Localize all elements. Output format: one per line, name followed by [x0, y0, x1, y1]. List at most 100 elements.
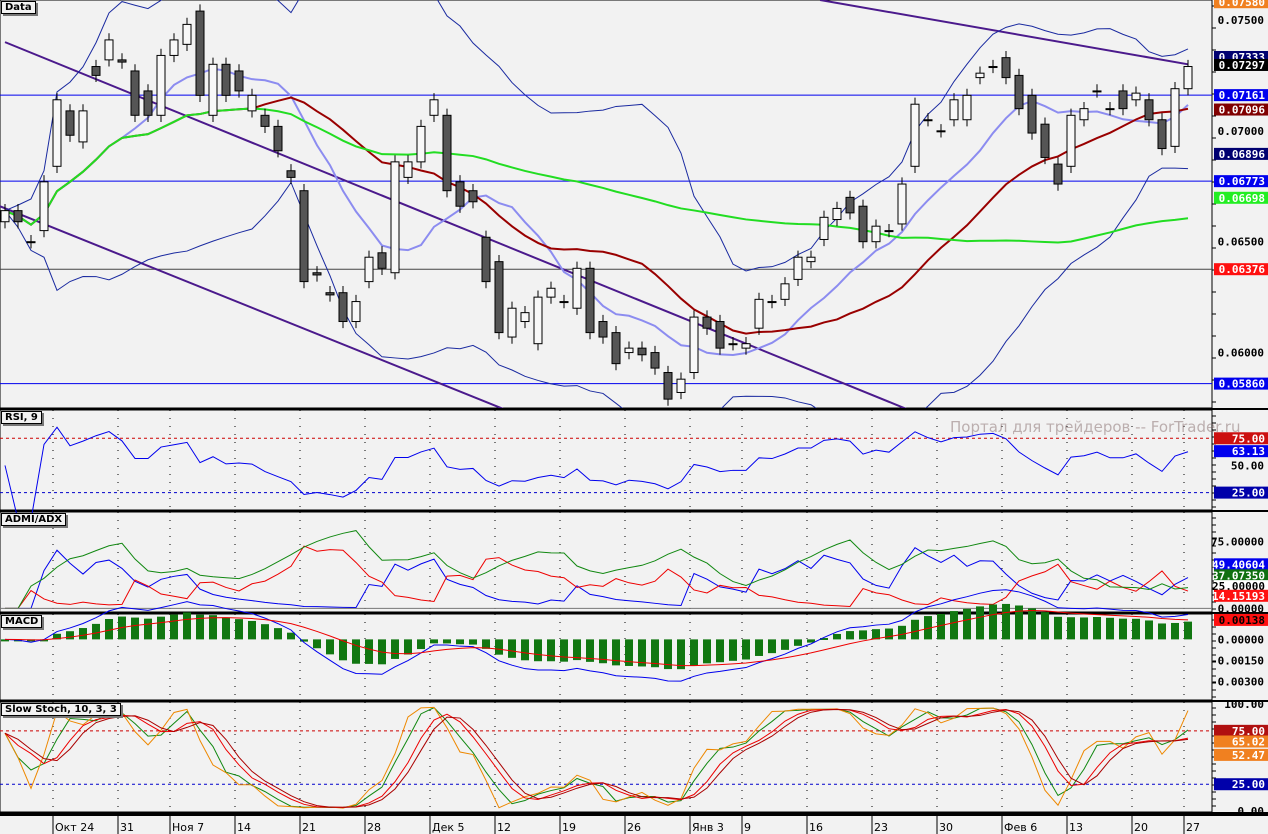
date-label: 14 [237, 821, 251, 834]
candle-bullish [247, 94, 257, 112]
macd-histogram-bar [79, 628, 87, 640]
macd-histogram-bar [742, 639, 750, 660]
macd-histogram-bar [885, 628, 893, 640]
candle-bullish [546, 287, 556, 298]
candle-bearish [65, 110, 75, 136]
macd-histogram-bar [612, 639, 620, 666]
date-label: 20 [1134, 821, 1148, 834]
price-badge-label: 25.00 [1232, 487, 1265, 500]
candle-bullish [104, 39, 114, 61]
candle-bullish [949, 99, 959, 121]
candle-bearish [663, 372, 673, 400]
candle-bullish [910, 103, 920, 167]
macd-histogram-bar [1002, 603, 1010, 640]
macd-histogram-bar [443, 639, 451, 644]
candle-bullish [208, 63, 218, 116]
macd-histogram-bar [404, 639, 412, 655]
candle-bullish [507, 307, 517, 338]
macd-histogram-bar [703, 639, 711, 664]
candle-bearish [273, 125, 283, 152]
macd-histogram-bar [1184, 621, 1192, 640]
date-label: 27 [1186, 821, 1200, 834]
price-badge-label: 0.07161 [1219, 89, 1266, 102]
candle-bullish [429, 99, 439, 116]
axis-label: 75.00000 [1211, 535, 1264, 548]
candle-bullish [1105, 108, 1115, 111]
candle-bullish [364, 256, 374, 283]
macd-histogram-bar [1041, 612, 1049, 640]
candle-bearish [1040, 123, 1050, 158]
macd-histogram-bar [1028, 608, 1036, 640]
date-label: Фев 6 [1004, 821, 1037, 834]
candle-bullish [559, 301, 569, 304]
macd-histogram-bar [963, 608, 971, 640]
macd-histogram-bar [365, 639, 373, 664]
candle-bullish [1170, 88, 1180, 147]
candle-bearish [1014, 74, 1024, 110]
axis-label: 0.06500 [1218, 236, 1264, 249]
macd-histogram-bar [66, 631, 74, 640]
price-badge-label: 25.00 [1232, 778, 1265, 791]
price-badge-label: 0.07297 [1219, 59, 1265, 72]
macd-histogram-bar [469, 639, 477, 645]
macd-histogram-bar [287, 632, 295, 640]
date-label: 19 [562, 821, 576, 834]
macd-histogram-bar [690, 639, 698, 666]
candle-bullish [728, 343, 738, 346]
axis-label: 0.00 [1238, 805, 1265, 818]
candle-bullish [78, 110, 88, 143]
candle-bullish [936, 130, 946, 133]
date-label: 13 [1069, 821, 1083, 834]
candle-bullish [26, 241, 36, 244]
macd-histogram-bar [508, 639, 516, 658]
date-label: 12 [497, 821, 511, 834]
macd-histogram-bar [391, 639, 399, 659]
candle-bullish [754, 298, 764, 329]
macd-histogram-bar [1158, 623, 1166, 640]
macd-histogram-bar [534, 639, 542, 662]
candle-bearish [1027, 94, 1037, 134]
macd-histogram-bar [131, 617, 139, 640]
axis-label: -0.00150 [1211, 655, 1264, 668]
macd-histogram-bar [248, 620, 256, 640]
candle-bullish [624, 347, 634, 354]
candle-bearish [637, 347, 647, 356]
macd-histogram-bar [1119, 618, 1127, 640]
axis-label: 0.07500 [1218, 14, 1264, 27]
axis-label: 0.00000 [1218, 633, 1264, 646]
candle-bullish [533, 296, 543, 345]
macd-histogram-bar [846, 631, 854, 640]
macd-histogram-bar [1080, 617, 1088, 640]
candle-bullish [871, 225, 881, 243]
macd-histogram-bar [976, 606, 984, 640]
candle-bearish [312, 272, 322, 276]
date-label: 30 [939, 821, 953, 834]
candle-bearish [13, 210, 23, 223]
macd-histogram-bar [274, 628, 282, 640]
date-label: 26 [627, 821, 641, 834]
macd-histogram-bar [495, 639, 503, 655]
candle-bearish [338, 292, 348, 323]
macd-histogram-bar [677, 639, 685, 670]
panel-frame [0, 0, 1213, 409]
candle-bullish [403, 161, 413, 178]
macd-histogram-bar [144, 618, 152, 640]
candle-bullish [390, 161, 400, 274]
price-badge-label: 52.47 [1232, 749, 1265, 762]
candle-bullish [182, 23, 192, 45]
macd-histogram-bar [937, 613, 945, 640]
candle-bearish [325, 292, 335, 296]
macd-histogram-bar [339, 639, 347, 661]
macd-histogram-bar [989, 604, 997, 640]
candle-bullish [351, 301, 361, 323]
macd-histogram-bar [209, 615, 217, 640]
date-label: 23 [874, 821, 888, 834]
macd-histogram-bar [430, 639, 438, 644]
candle-bullish [832, 207, 842, 221]
candle-bearish [260, 114, 270, 127]
price-badge-label: 0.07096 [1219, 104, 1266, 117]
price-badge-label: 0.00138 [1219, 614, 1265, 627]
date-label: 16 [809, 821, 823, 834]
macd-histogram-bar [794, 639, 802, 646]
trading-chart[interactable]: Окт 24 31 Ноя 7 14 21 28 Дек 5 12 19 26 Янв 3 9 16 23… [0, 0, 1268, 834]
